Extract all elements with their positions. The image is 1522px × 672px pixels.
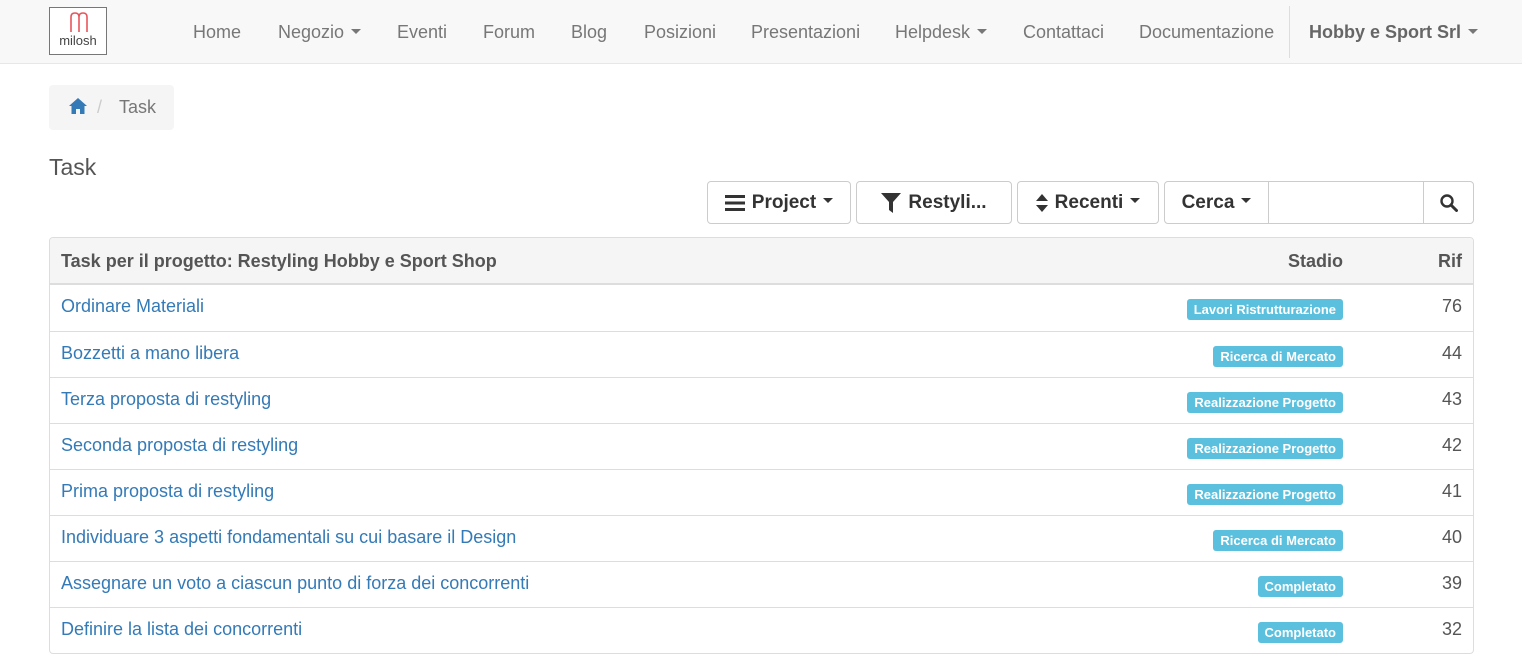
- task-ref: 40: [1441, 527, 1462, 547]
- task-link[interactable]: Bozzetti a mano libera: [61, 343, 239, 364]
- project-dropdown-button[interactable]: Project: [707, 181, 851, 224]
- nav-contattaci[interactable]: Contattaci: [1023, 0, 1104, 64]
- sort-dropdown-button[interactable]: Recenti: [1017, 181, 1159, 224]
- logo-m-icon: [70, 12, 88, 32]
- breadcrumb-current: Task: [119, 97, 157, 117]
- page-title: Task: [49, 154, 97, 180]
- nav-eventi[interactable]: Eventi: [397, 0, 447, 64]
- header-title: Task per il progetto: Restyling Hobby e …: [61, 251, 497, 271]
- stage-badge: Completato: [1257, 622, 1343, 643]
- caret-down-icon: [1468, 28, 1479, 34]
- nav-presentazioni[interactable]: Presentazioni: [751, 0, 860, 64]
- nav-home[interactable]: Home: [193, 0, 241, 64]
- stage-badge: Ricerca di Mercato: [1213, 346, 1343, 367]
- caret-down-icon: [1241, 198, 1252, 203]
- caret-down-icon: [1130, 198, 1141, 203]
- stage-badge: Lavori Ristrutturazione: [1186, 299, 1343, 320]
- stage-badge: Completato: [1257, 576, 1343, 597]
- filter-icon: [881, 192, 902, 213]
- table-row: Individuare 3 aspetti fondamentali su cu…: [50, 515, 1473, 561]
- navbar: milosh Home Negozio Eventi Forum Blog Po…: [0, 0, 1522, 64]
- sort-icon: [1035, 193, 1048, 212]
- filter-button[interactable]: Restyli...: [856, 181, 1012, 224]
- table-row: Assegnare un voto a ciascun punto di for…: [50, 561, 1473, 607]
- brand-logo[interactable]: milosh: [49, 7, 107, 55]
- caret-down-icon: [823, 198, 834, 203]
- nav-documentazione[interactable]: Documentazione: [1139, 0, 1274, 64]
- nav-blog[interactable]: Blog: [571, 0, 607, 64]
- header-ref: Rif: [1438, 251, 1462, 271]
- table-row: Prima proposta di restyling Realizzazione…: [50, 469, 1473, 515]
- table-row: Seconda proposta di restyling Realizzazio…: [50, 423, 1473, 469]
- nav-helpdesk[interactable]: Helpdesk: [895, 0, 988, 64]
- breadcrumb: / Task: [49, 85, 174, 130]
- table-header: Task per il progetto: Restyling Hobby e …: [50, 238, 1473, 285]
- task-link[interactable]: Seconda proposta di restyling: [61, 435, 298, 456]
- home-icon[interactable]: [68, 97, 88, 115]
- stage-badge: Realizzazione Progetto: [1187, 438, 1343, 459]
- nav-divider: [1289, 6, 1290, 58]
- stage-badge: Realizzazione Progetto: [1187, 392, 1343, 413]
- task-link[interactable]: Assegnare un voto a ciascun punto di for…: [61, 573, 529, 594]
- caret-down-icon: [977, 28, 988, 34]
- breadcrumb-separator: /: [97, 97, 103, 117]
- table-row: Bozzetti a mano libera Ricerca di Mercato…: [50, 331, 1473, 377]
- task-link[interactable]: Terza proposta di restyling: [61, 389, 271, 410]
- task-link[interactable]: Definire la lista dei concorrenti: [61, 619, 302, 640]
- nav-posizioni[interactable]: Posizioni: [644, 0, 716, 64]
- task-ref: 44: [1441, 343, 1462, 363]
- caret-down-icon: [351, 28, 362, 34]
- nav-negozio[interactable]: Negozio: [278, 0, 362, 64]
- logo-text: milosh: [59, 33, 97, 48]
- task-ref: 42: [1441, 435, 1462, 455]
- task-ref: 41: [1441, 481, 1462, 501]
- nav-forum[interactable]: Forum: [483, 0, 535, 64]
- table-row: Definire la lista dei concorrenti Complet…: [50, 607, 1473, 653]
- task-link[interactable]: Individuare 3 aspetti fondamentali su cu…: [61, 527, 516, 548]
- header-stage: Stadio: [1287, 251, 1343, 271]
- search-icon: [1439, 193, 1458, 212]
- search-button[interactable]: [1423, 181, 1474, 224]
- table-row: Terza proposta di restyling Realizzazione…: [50, 377, 1473, 423]
- task-ref: 76: [1441, 296, 1462, 316]
- task-link[interactable]: Ordinare Materiali: [61, 296, 204, 317]
- stage-badge: Ricerca di Mercato: [1213, 530, 1343, 551]
- tasks-table: Task per il progetto: Restyling Hobby e …: [49, 237, 1474, 654]
- stage-badge: Realizzazione Progetto: [1187, 484, 1343, 505]
- nav-company-menu[interactable]: Hobby e Sport Srl: [1309, 0, 1479, 64]
- task-ref: 39: [1441, 573, 1462, 593]
- task-ref: 43: [1441, 389, 1462, 409]
- list-icon: [724, 194, 745, 211]
- search-input[interactable]: [1268, 181, 1425, 224]
- task-ref: 32: [1441, 619, 1462, 639]
- search-field-dropdown[interactable]: Cerca: [1164, 181, 1269, 224]
- task-link[interactable]: Prima proposta di restyling: [61, 481, 274, 502]
- table-row: Ordinare Materiali Lavori Ristrutturazion…: [50, 285, 1473, 331]
